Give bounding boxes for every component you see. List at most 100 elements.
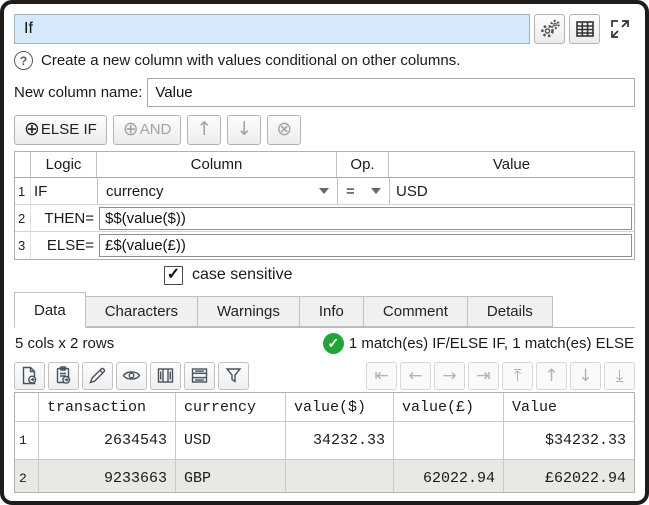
operator-select[interactable]: = <box>340 180 387 203</box>
cell-value-usd[interactable] <box>286 460 394 493</box>
tab-warnings[interactable]: Warnings <box>198 296 300 327</box>
condition-toolbar: ⊕ ELSE IF ⊕ AND ↑ ↓ ⊗ <box>14 114 635 145</box>
add-and-button[interactable]: ⊕ AND <box>113 115 182 145</box>
export-file-button[interactable] <box>14 362 45 390</box>
title-bar <box>14 13 635 45</box>
tab-characters[interactable]: Characters <box>86 296 198 327</box>
col-header-currency[interactable]: currency <box>176 393 286 422</box>
case-sensitive-label: case sensitive <box>192 266 293 284</box>
plus-circle-icon: ⊕ <box>24 120 40 139</box>
tab-details[interactable]: Details <box>468 296 553 327</box>
show-columns-button[interactable] <box>150 362 181 390</box>
cell-value-gbp[interactable] <box>394 422 504 460</box>
logic-table: Logic Column Op. Value 1 IF currency = U… <box>14 151 635 260</box>
description-row: ? Create a new column with values condit… <box>14 47 635 74</box>
chevron-down-icon <box>371 188 381 194</box>
next-column-button[interactable]: → <box>434 362 465 390</box>
row-number: 1 <box>15 178 31 204</box>
cell-value-usd[interactable]: 34232.33 <box>286 422 394 460</box>
status-row: 5 cols x 2 rows ✓ 1 match(es) IF/ELSE IF… <box>14 328 635 359</box>
last-row-button[interactable]: ⤓ <box>604 362 635 390</box>
then-expression-input[interactable] <box>99 207 632 230</box>
next-row-button[interactable]: ↓ <box>570 362 601 390</box>
logic-row-else: 3 ELSE= <box>15 232 634 259</box>
operator-select-value: = <box>346 183 355 200</box>
transform-name-input[interactable] <box>14 14 530 44</box>
and-label: AND <box>140 121 172 138</box>
logic-table-header: Logic Column Op. Value <box>15 152 634 178</box>
column-header: Column <box>97 152 337 177</box>
prev-column-button[interactable]: ← <box>400 362 431 390</box>
settings-button[interactable] <box>534 14 565 44</box>
eye-icon <box>121 365 142 386</box>
new-column-row: New column name: <box>14 77 635 107</box>
cell-currency[interactable]: USD <box>176 422 286 460</box>
column-select[interactable]: currency <box>100 180 335 203</box>
corner-cell[interactable] <box>15 393 39 422</box>
edit-button[interactable] <box>82 362 113 390</box>
logic-header: Logic <box>31 152 97 177</box>
new-column-input[interactable] <box>147 78 635 107</box>
chevron-down-icon <box>319 188 329 194</box>
row-header[interactable]: 2 <box>15 460 39 493</box>
columns-icon <box>155 365 176 386</box>
add-else-if-button[interactable]: ⊕ ELSE IF <box>14 115 107 145</box>
clipboard-export-icon <box>53 365 74 386</box>
case-sensitive-checkbox[interactable]: ✓ <box>164 266 183 285</box>
logic-keyword: IF <box>31 178 97 204</box>
pencil-icon <box>87 365 108 386</box>
first-column-button[interactable]: ⇤ <box>366 362 397 390</box>
cell-currency[interactable]: GBP <box>176 460 286 493</box>
show-rows-button[interactable] <box>184 362 215 390</box>
last-column-button[interactable]: ⇥ <box>468 362 499 390</box>
tab-data[interactable]: Data <box>14 292 86 328</box>
left-tool-group <box>14 362 249 390</box>
tab-comment[interactable]: Comment <box>364 296 468 327</box>
row-header[interactable]: 1 <box>15 422 39 460</box>
transform-description: Create a new column with values conditio… <box>41 52 460 69</box>
else-expression-input[interactable] <box>99 234 632 257</box>
col-header-new-value[interactable]: Value <box>504 393 634 422</box>
delete-condition-button[interactable]: ⊗ <box>267 115 301 145</box>
first-column-icon: ⇤ <box>374 366 388 386</box>
move-condition-up-button[interactable]: ↑ <box>187 115 221 145</box>
copy-clipboard-button[interactable] <box>48 362 79 390</box>
col-header-value-usd[interactable]: value($) <box>286 393 394 422</box>
next-row-icon: ↓ <box>578 366 592 386</box>
logic-keyword: ELSE= <box>31 232 97 259</box>
value-header: Value <box>389 152 634 177</box>
row-number: 2 <box>15 205 31 231</box>
data-grid: transaction currency value($) value(£) V… <box>14 392 635 493</box>
col-header-value-gbp[interactable]: value(£) <box>394 393 504 422</box>
logic-header-spacer <box>15 152 31 177</box>
filter-button[interactable] <box>218 362 249 390</box>
cell-transaction[interactable]: 9233663 <box>39 460 176 493</box>
data-toolbar: ⇤ ← → ⇥ ⤒ ↑ ↓ ⤓ <box>14 359 635 392</box>
cell-transaction[interactable]: 2634543 <box>39 422 176 460</box>
expand-icon <box>608 17 632 41</box>
col-header-transaction[interactable]: transaction <box>39 393 176 422</box>
show-table-button[interactable] <box>569 14 600 44</box>
row-number: 3 <box>15 232 31 259</box>
move-condition-down-button[interactable]: ↓ <box>227 115 261 145</box>
first-row-button[interactable]: ⤒ <box>502 362 533 390</box>
tab-info[interactable]: Info <box>300 296 364 327</box>
maximize-panel-button[interactable] <box>604 14 635 44</box>
rows-icon <box>189 365 210 386</box>
prev-row-icon: ↑ <box>544 366 558 386</box>
condition-value-cell[interactable]: USD <box>389 178 634 204</box>
prev-row-button[interactable]: ↑ <box>536 362 567 390</box>
cell-new-value[interactable]: £62022.94 <box>504 460 634 493</box>
next-column-icon: → <box>442 366 456 386</box>
case-sensitive-row: ✓ case sensitive <box>14 260 635 290</box>
transform-panel: ? Create a new column with values condit… <box>0 0 649 505</box>
preview-button[interactable] <box>116 362 147 390</box>
filter-icon <box>223 365 244 386</box>
tab-bar: Data Characters Warnings Info Comment De… <box>14 292 635 328</box>
else-if-label: ELSE IF <box>41 121 97 138</box>
cell-new-value[interactable]: $34232.33 <box>504 422 634 460</box>
cell-value-gbp[interactable]: 62022.94 <box>394 460 504 493</box>
logic-row-then: 2 THEN= <box>15 205 634 232</box>
help-icon[interactable]: ? <box>14 51 33 70</box>
gears-icon <box>538 17 562 41</box>
